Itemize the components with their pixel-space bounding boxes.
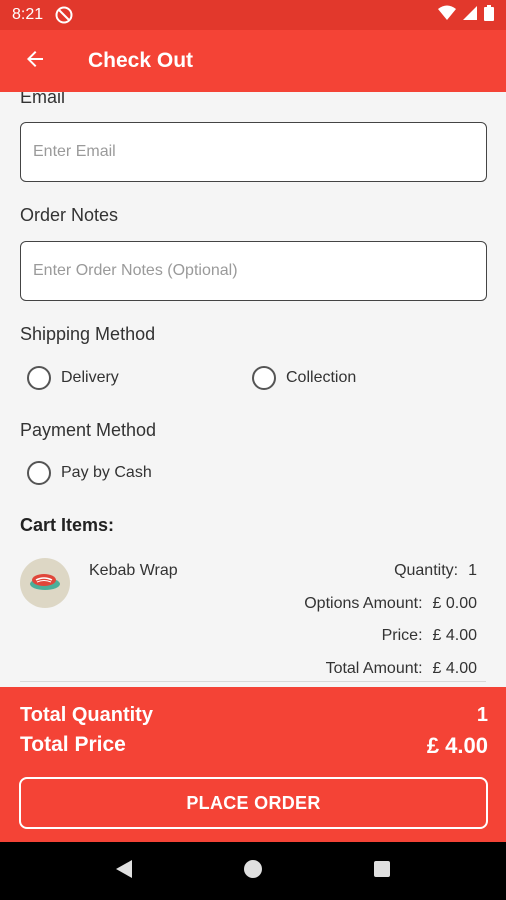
radio-collection-label: Collection: [286, 369, 357, 386]
email-field[interactable]: Enter Email: [20, 122, 487, 182]
square-recents-icon: [373, 860, 391, 883]
options-amount-label: Options Amount:: [304, 595, 423, 612]
total-quantity-label: Total Quantity: [20, 704, 153, 726]
radio-button[interactable]: [27, 366, 51, 390]
total-amount-label: Total Amount:: [325, 660, 423, 677]
nav-back-button[interactable]: [102, 849, 146, 893]
wifi-icon: [438, 5, 456, 26]
triangle-back-icon: [115, 859, 133, 884]
back-button[interactable]: [0, 30, 70, 92]
cart-item-quantity-row: Quantity: 1: [394, 562, 477, 580]
radio-pay-by-cash-label: Pay by Cash: [61, 464, 152, 481]
options-amount-value: £ 0.00: [432, 595, 477, 612]
order-notes-field[interactable]: Enter Order Notes (Optional): [20, 241, 487, 301]
quantity-value: 1: [468, 562, 477, 579]
quantity-label: Quantity:: [394, 562, 459, 579]
total-amount-value: £ 4.00: [432, 660, 477, 677]
checkout-form[interactable]: Email Enter Email Order Notes Enter Orde…: [0, 92, 506, 687]
order-summary: Total Quantity 1 Total Price £ 4.00 PLAC…: [0, 687, 506, 842]
cart-item-options-row: Options Amount: £ 0.00: [304, 595, 477, 613]
email-placeholder: Enter Email: [33, 143, 116, 160]
radio-pay-by-cash[interactable]: Pay by Cash: [27, 461, 152, 485]
status-bar: 8:21: [0, 0, 506, 30]
status-time: 8:21: [12, 6, 44, 23]
order-notes-label: Order Notes: [20, 205, 119, 225]
order-notes-placeholder: Enter Order Notes (Optional): [33, 262, 238, 279]
app-bar: Check Out: [0, 30, 506, 92]
total-price-row: Total Price £ 4.00: [20, 733, 488, 759]
radio-delivery[interactable]: Delivery: [27, 366, 119, 390]
nav-home-button[interactable]: [231, 849, 275, 893]
shipping-method-label: Shipping Method: [20, 324, 156, 344]
cart-items-title: Cart Items:: [20, 515, 115, 535]
email-label: Email: [20, 92, 66, 107]
nav-recents-button[interactable]: [360, 849, 404, 893]
price-value: £ 4.00: [432, 627, 477, 644]
radio-button[interactable]: [252, 366, 276, 390]
cart-item-price-row: Price: £ 4.00: [382, 627, 477, 645]
total-price-value: £ 4.00: [426, 733, 488, 758]
divider: [20, 681, 486, 682]
radio-button[interactable]: [27, 461, 51, 485]
do-not-disturb-icon: [55, 6, 73, 24]
arrow-back-icon: [23, 47, 47, 76]
radio-collection[interactable]: Collection: [252, 366, 356, 390]
total-quantity-value: 1: [476, 704, 488, 726]
system-nav-bar: [0, 842, 506, 900]
battery-icon: [484, 4, 494, 26]
place-order-button[interactable]: PLACE ORDER: [19, 777, 488, 829]
total-quantity-row: Total Quantity 1: [20, 704, 488, 727]
kebab-wrap-thumbnail: [20, 558, 70, 608]
price-label: Price:: [381, 627, 423, 644]
meat-icon: [28, 570, 62, 597]
page-title: Check Out: [88, 49, 194, 72]
total-price-label: Total Price: [20, 733, 126, 756]
signal-icon: [462, 5, 478, 26]
cart-item-name: Kebab Wrap: [89, 562, 178, 579]
circle-home-icon: [243, 859, 263, 884]
payment-method-label: Payment Method: [20, 420, 157, 440]
cart-item-total-row: Total Amount: £ 4.00: [326, 660, 477, 678]
radio-delivery-label: Delivery: [61, 369, 119, 386]
